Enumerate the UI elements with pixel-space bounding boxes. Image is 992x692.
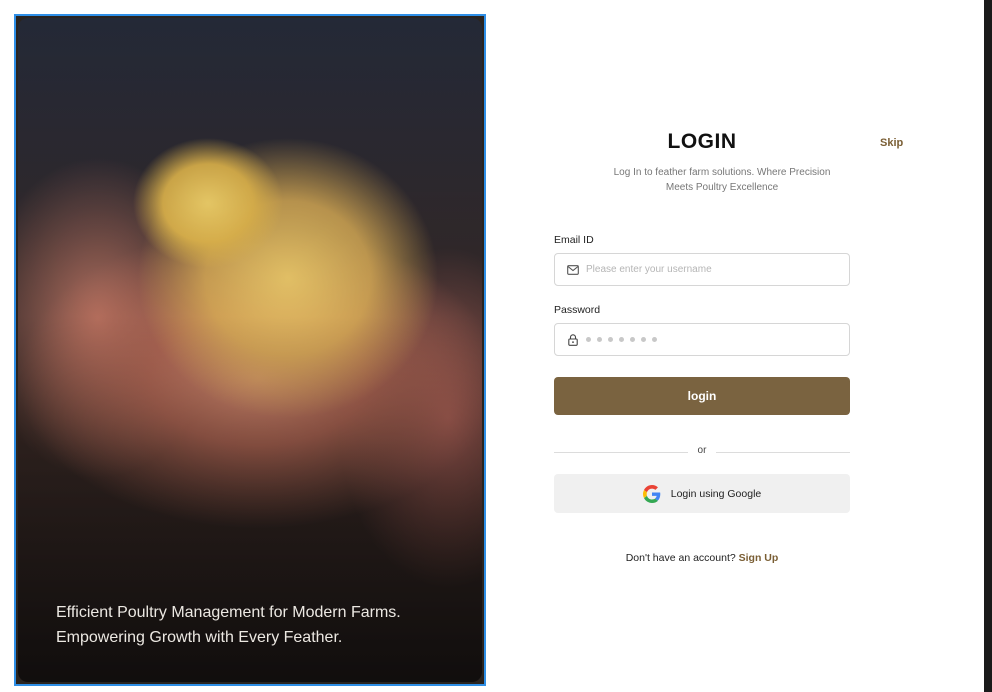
divider-left xyxy=(554,452,688,453)
hero-caption: Efficient Poultry Management for Modern … xyxy=(56,600,456,650)
google-icon xyxy=(642,484,661,503)
divider-right xyxy=(716,452,850,453)
signup-prompt: Don't have an account? xyxy=(625,552,736,564)
hero-caption-line1: Efficient Poultry Management for Modern … xyxy=(56,604,401,621)
or-separator: or xyxy=(697,445,707,456)
signup-link[interactable]: Sign Up xyxy=(739,552,779,564)
hero-caption-line2: Empowering Growth with Every Feather. xyxy=(56,629,343,646)
signup-row: Don't have an account? Sign Up xyxy=(554,552,850,564)
password-field[interactable] xyxy=(554,323,850,356)
lock-icon xyxy=(567,333,579,346)
google-login-button[interactable]: Login using Google xyxy=(554,474,850,513)
google-button-label: Login using Google xyxy=(670,487,762,500)
login-button[interactable]: login xyxy=(554,377,850,415)
password-label: Password xyxy=(554,304,601,316)
password-masked-value xyxy=(586,337,657,342)
email-placeholder: Please enter your username xyxy=(586,264,712,275)
page-title: LOGIN xyxy=(667,130,737,153)
mail-icon xyxy=(567,264,579,276)
skip-link[interactable]: Skip xyxy=(880,137,903,149)
login-subtitle: Log In to feather farm solutions. Where … xyxy=(613,167,831,193)
hero-image-panel: Efficient Poultry Management for Modern … xyxy=(14,14,486,686)
email-label: Email ID xyxy=(554,234,594,246)
hero-chick-photo: Efficient Poultry Management for Modern … xyxy=(18,18,482,682)
email-field[interactable]: Please enter your username xyxy=(554,253,850,286)
window-edge xyxy=(984,0,992,692)
